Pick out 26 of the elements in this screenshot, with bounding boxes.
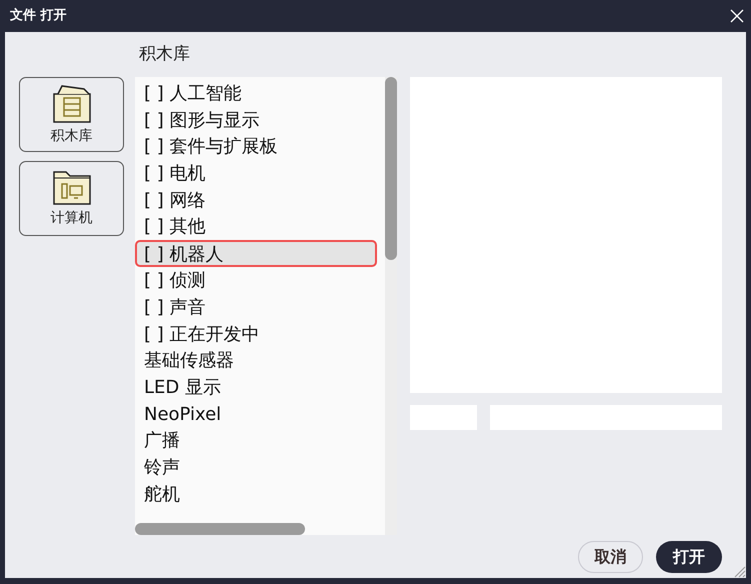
list-item[interactable]: [ ] 其他 bbox=[135, 213, 375, 240]
sidebar-button[interactable]: 计算机 bbox=[19, 161, 124, 236]
list-item[interactable]: 铃声 bbox=[135, 454, 375, 481]
cancel-button[interactable]: 取消 bbox=[578, 541, 643, 573]
list-item[interactable]: 广播 bbox=[135, 427, 375, 454]
list-item[interactable]: [ ] 电机 bbox=[135, 160, 375, 187]
list-item[interactable]: [ ] 人工智能 bbox=[135, 80, 375, 107]
list-item[interactable]: NeoPixel bbox=[135, 400, 375, 428]
scrollbar-thumb[interactable] bbox=[385, 77, 397, 260]
list-item[interactable]: [ ] 声音 bbox=[135, 294, 375, 320]
open-button[interactable]: 打开 bbox=[656, 541, 722, 573]
section-heading: 积木库 bbox=[139, 43, 190, 66]
list-item[interactable]: [ ] 机器人 bbox=[135, 240, 377, 268]
window-title: 文件 打开 bbox=[10, 6, 67, 26]
list-item[interactable]: [ ] 侦测 bbox=[135, 267, 375, 294]
list-item[interactable]: 基础传感器 bbox=[135, 347, 375, 374]
sidebar-button[interactable]: 积木库 bbox=[19, 77, 124, 152]
list-item[interactable]: [ ] 图形与显示 bbox=[135, 106, 375, 134]
list-item[interactable]: [ ] 正在开发中 bbox=[135, 320, 375, 348]
list-item[interactable]: 舵机 bbox=[135, 480, 375, 508]
resize-grip-icon[interactable] bbox=[732, 564, 746, 578]
scrollbar-thumb[interactable] bbox=[135, 523, 305, 535]
list-item[interactable]: LED 显示 bbox=[135, 374, 375, 401]
close-icon[interactable] bbox=[730, 9, 744, 23]
list-item[interactable]: [ ] 套件与扩展板 bbox=[135, 133, 375, 160]
list-item[interactable]: [ ] 网络 bbox=[135, 186, 375, 214]
